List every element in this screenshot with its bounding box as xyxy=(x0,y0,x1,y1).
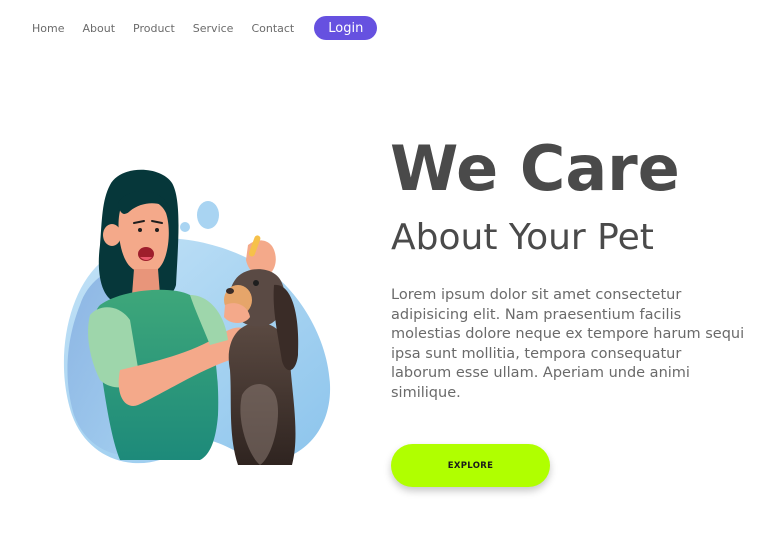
hero-subtitle: About Your Pet xyxy=(391,217,654,258)
nav-link-home[interactable]: Home xyxy=(32,22,64,35)
woman-ear xyxy=(103,224,121,246)
nav-link-product[interactable]: Product xyxy=(133,22,175,35)
login-button[interactable]: Login xyxy=(314,16,378,40)
nav-link-about[interactable]: About xyxy=(82,22,115,35)
woman-giving-dog-eye-drops-illustration xyxy=(63,169,331,465)
bubble-large xyxy=(197,201,219,229)
explore-button[interactable]: EXPLORE xyxy=(391,444,550,487)
nav-link-contact[interactable]: Contact xyxy=(251,22,294,35)
hero-title: We Care xyxy=(390,132,680,205)
bubble-small xyxy=(180,222,190,232)
landing-page: Home About Product Service Contact Login xyxy=(0,0,765,555)
top-navigation: Home About Product Service Contact Login xyxy=(32,16,378,40)
hero-illustration xyxy=(60,165,340,475)
nav-link-service[interactable]: Service xyxy=(193,22,234,35)
hero-description: Lorem ipsum dolor sit amet consectetur a… xyxy=(391,287,745,401)
